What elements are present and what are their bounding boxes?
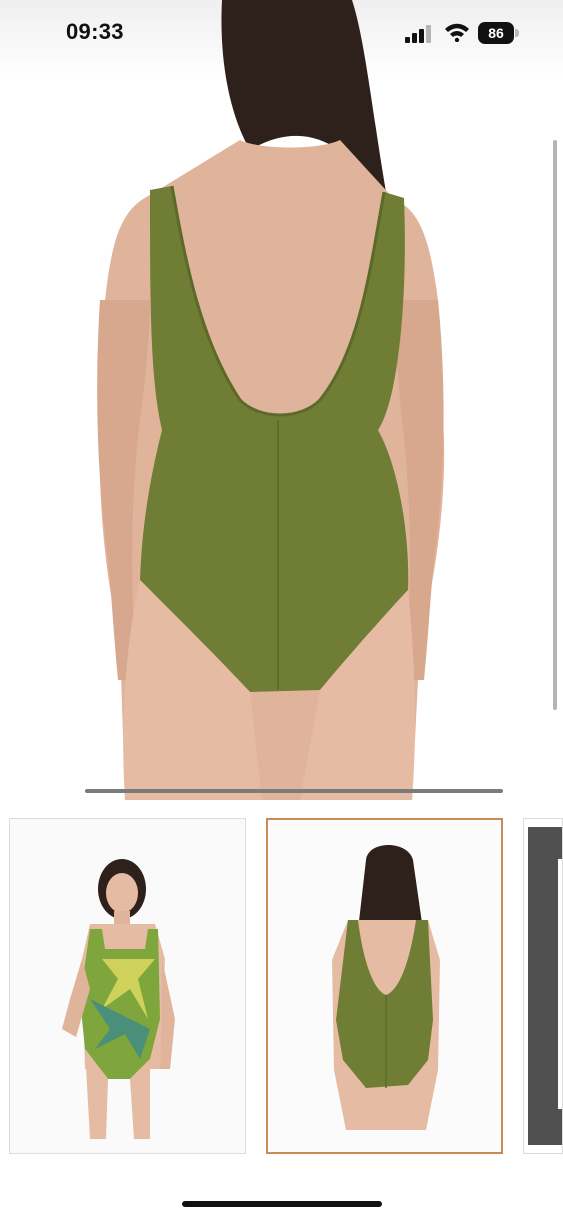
battery-icon: 86 — [478, 22, 520, 44]
thumbnail-back-image — [332, 845, 440, 1130]
thumbnail-partial[interactable] — [523, 818, 563, 1154]
main-product-image[interactable] — [0, 0, 563, 800]
thumbnail-partial-inner — [558, 859, 562, 1109]
thumbnail-back-view-selected[interactable] — [266, 818, 503, 1154]
battery-tip — [515, 29, 519, 37]
thumbnail-front-view[interactable] — [9, 818, 246, 1154]
thumbnail-front-image — [62, 859, 175, 1139]
vertical-scrollbar[interactable] — [553, 140, 557, 710]
wifi-icon — [445, 23, 469, 42]
signal-icon — [405, 25, 431, 43]
model-back-view-illustration — [97, 0, 445, 800]
home-indicator[interactable] — [182, 1201, 382, 1207]
battery-level: 86 — [488, 25, 504, 41]
status-bar: 09:33 86 — [0, 0, 563, 70]
status-time: 09:33 — [66, 19, 124, 44]
image-pager-indicator — [85, 789, 503, 793]
